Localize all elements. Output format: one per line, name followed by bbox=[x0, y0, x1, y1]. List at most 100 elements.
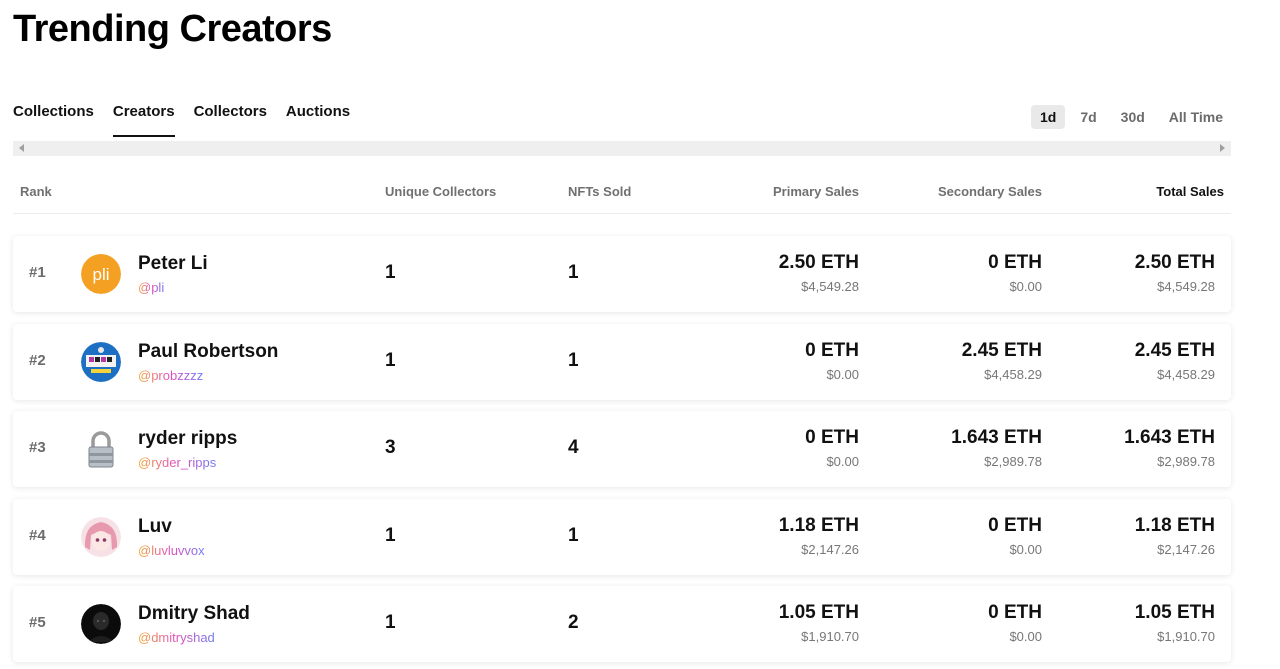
creator-name[interactable]: Dmitry Shad bbox=[138, 603, 250, 625]
column-header-rank[interactable]: Rank bbox=[20, 184, 52, 199]
primary-sales-usd: $2,147.26 bbox=[801, 541, 859, 557]
tab-collections[interactable]: Collections bbox=[13, 103, 94, 137]
creator-handle[interactable]: @luvluvvox bbox=[138, 543, 205, 558]
secondary-sales-cell: 2.45 ETH $4,458.29 bbox=[962, 340, 1042, 382]
secondary-sales-eth: 1.643 ETH bbox=[951, 427, 1042, 448]
total-sales-eth: 1.05 ETH bbox=[1134, 602, 1215, 623]
secondary-sales-cell: 1.643 ETH $2,989.78 bbox=[951, 427, 1042, 469]
tab-creators[interactable]: Creators bbox=[112, 103, 175, 137]
total-sales-eth: 2.50 ETH bbox=[1134, 252, 1215, 273]
total-sales-usd: $2,147.26 bbox=[1157, 541, 1215, 557]
scroll-left-arrow-icon[interactable] bbox=[19, 144, 24, 152]
tab-collectors[interactable]: Collectors bbox=[194, 103, 267, 137]
secondary-sales-cell: 0 ETH $0.00 bbox=[988, 252, 1042, 294]
nfts-sold-value: 1 bbox=[568, 524, 579, 546]
nfts-sold-value: 4 bbox=[568, 437, 579, 458]
rank-label: #4 bbox=[29, 526, 46, 544]
primary-sales-cell: 1.18 ETH $2,147.26 bbox=[779, 515, 859, 557]
creator-handle[interactable]: @ryder_ripps bbox=[138, 455, 216, 470]
period-1d[interactable]: 1d bbox=[1030, 105, 1066, 129]
creator-name[interactable]: Peter Li bbox=[138, 253, 208, 275]
creator-name[interactable]: Luv bbox=[138, 516, 172, 538]
total-sales-usd: $4,549.28 bbox=[1157, 279, 1215, 294]
column-header-total-sales[interactable]: Total Sales bbox=[1156, 184, 1224, 199]
period-30d[interactable]: 30d bbox=[1112, 105, 1154, 129]
table-row[interactable]: #2 Paul Robertson @probzzzz 1 1 0 ETH $0… bbox=[13, 323, 1231, 400]
secondary-sales-eth: 0 ETH bbox=[988, 252, 1042, 273]
secondary-sales-usd: $0.00 bbox=[1009, 279, 1042, 294]
primary-sales-usd: $0.00 bbox=[826, 454, 859, 469]
secondary-sales-cell: 0 ETH $0.00 bbox=[988, 515, 1042, 557]
avatar[interactable] bbox=[81, 604, 121, 644]
period-7d[interactable]: 7d bbox=[1071, 105, 1105, 129]
column-header-secondary-sales[interactable]: Secondary Sales bbox=[938, 184, 1042, 199]
column-header-nfts-sold[interactable]: NFTs Sold bbox=[568, 184, 631, 199]
padlock-avatar-icon bbox=[88, 431, 114, 468]
scroll-right-arrow-icon[interactable] bbox=[1220, 144, 1225, 152]
creator-name[interactable]: ryder ripps bbox=[138, 428, 237, 450]
period-all-time[interactable]: All Time bbox=[1160, 105, 1232, 129]
secondary-sales-eth: 0 ETH bbox=[988, 514, 1042, 536]
primary-sales-cell: 0 ETH $0.00 bbox=[805, 427, 859, 469]
secondary-sales-usd: $2,989.78 bbox=[984, 454, 1042, 469]
total-sales-cell: 1.05 ETH $1,910.70 bbox=[1135, 602, 1215, 644]
creator-handle[interactable]: @pli bbox=[138, 280, 164, 295]
column-header-unique-collectors[interactable]: Unique Collectors bbox=[385, 184, 496, 199]
rank-label: #2 bbox=[29, 351, 46, 369]
table-row[interactable]: #3 ryder ripps @ryder_ripps 3 4 0 ETH $0… bbox=[13, 411, 1231, 487]
creator-handle[interactable]: @probzzzz bbox=[138, 368, 203, 383]
creator-name[interactable]: Paul Robertson bbox=[138, 341, 278, 363]
page-title: Trending Creators bbox=[13, 8, 332, 50]
creator-handle[interactable]: @dmitryshad bbox=[138, 630, 215, 645]
total-sales-eth: 1.18 ETH bbox=[1134, 514, 1215, 536]
primary-sales-eth: 0 ETH bbox=[805, 427, 859, 448]
secondary-sales-usd: $0.00 bbox=[1009, 629, 1042, 644]
secondary-sales-eth: 2.45 ETH bbox=[961, 339, 1042, 361]
unique-collectors-value: 1 bbox=[385, 349, 396, 371]
unique-collectors-value: 1 bbox=[385, 262, 396, 283]
table-row[interactable]: #4 Luv @luvluvvox 1 1 1.18 ETH $2,147.26… bbox=[13, 498, 1231, 575]
table-row[interactable]: #1 pli Peter Li @pli 1 1 2.50 ETH $4,549… bbox=[13, 236, 1231, 312]
horizontal-scrollbar[interactable] bbox=[13, 141, 1231, 156]
total-sales-usd: $2,989.78 bbox=[1157, 454, 1215, 469]
nfts-sold-value: 1 bbox=[568, 349, 579, 371]
primary-sales-usd: $1,910.70 bbox=[801, 629, 859, 644]
tab-auctions[interactable]: Auctions bbox=[286, 103, 350, 137]
category-tabs: Collections Creators Collectors Auctions bbox=[13, 103, 369, 137]
total-sales-cell: 2.45 ETH $4,458.29 bbox=[1135, 340, 1215, 382]
total-sales-cell: 1.643 ETH $2,989.78 bbox=[1124, 427, 1215, 469]
total-sales-eth: 1.643 ETH bbox=[1124, 427, 1215, 448]
unique-collectors-value: 1 bbox=[385, 524, 396, 546]
primary-sales-usd: $4,549.28 bbox=[801, 279, 859, 294]
secondary-sales-usd: $4,458.29 bbox=[984, 366, 1042, 382]
primary-sales-cell: 1.05 ETH $1,910.70 bbox=[779, 602, 859, 644]
dark-portrait-avatar-icon bbox=[81, 604, 121, 644]
primary-sales-cell: 2.50 ETH $4,549.28 bbox=[779, 252, 859, 294]
unique-collectors-value: 3 bbox=[385, 437, 396, 458]
secondary-sales-cell: 0 ETH $0.00 bbox=[988, 602, 1042, 644]
secondary-sales-usd: $0.00 bbox=[1009, 541, 1042, 557]
avatar[interactable] bbox=[81, 341, 121, 382]
avatar[interactable] bbox=[81, 429, 121, 469]
pli-logo-avatar-icon: pli bbox=[81, 254, 121, 294]
svg-text:pli: pli bbox=[92, 265, 109, 284]
total-sales-usd: $1,910.70 bbox=[1157, 629, 1215, 644]
rank-label: #5 bbox=[29, 614, 46, 631]
primary-sales-eth: 0 ETH bbox=[805, 339, 859, 361]
avatar[interactable] bbox=[81, 516, 121, 557]
primary-sales-eth: 2.50 ETH bbox=[778, 252, 859, 273]
avatar[interactable]: pli bbox=[81, 254, 121, 294]
table-row[interactable]: #5 Dmitry Shad @dmitryshad 1 2 1.05 ETH … bbox=[13, 586, 1231, 662]
unique-collectors-value: 1 bbox=[385, 612, 396, 633]
primary-sales-eth: 1.05 ETH bbox=[778, 602, 859, 623]
pixel-art-avatar-icon bbox=[81, 341, 121, 382]
rank-label: #1 bbox=[29, 264, 46, 281]
primary-sales-usd: $0.00 bbox=[826, 366, 859, 382]
secondary-sales-eth: 0 ETH bbox=[988, 602, 1042, 623]
total-sales-usd: $4,458.29 bbox=[1157, 366, 1215, 382]
column-header-primary-sales[interactable]: Primary Sales bbox=[773, 184, 859, 199]
rank-label: #3 bbox=[29, 439, 46, 456]
total-sales-cell: 1.18 ETH $2,147.26 bbox=[1135, 515, 1215, 557]
total-sales-cell: 2.50 ETH $4,549.28 bbox=[1135, 252, 1215, 294]
primary-sales-eth: 1.18 ETH bbox=[778, 514, 859, 536]
